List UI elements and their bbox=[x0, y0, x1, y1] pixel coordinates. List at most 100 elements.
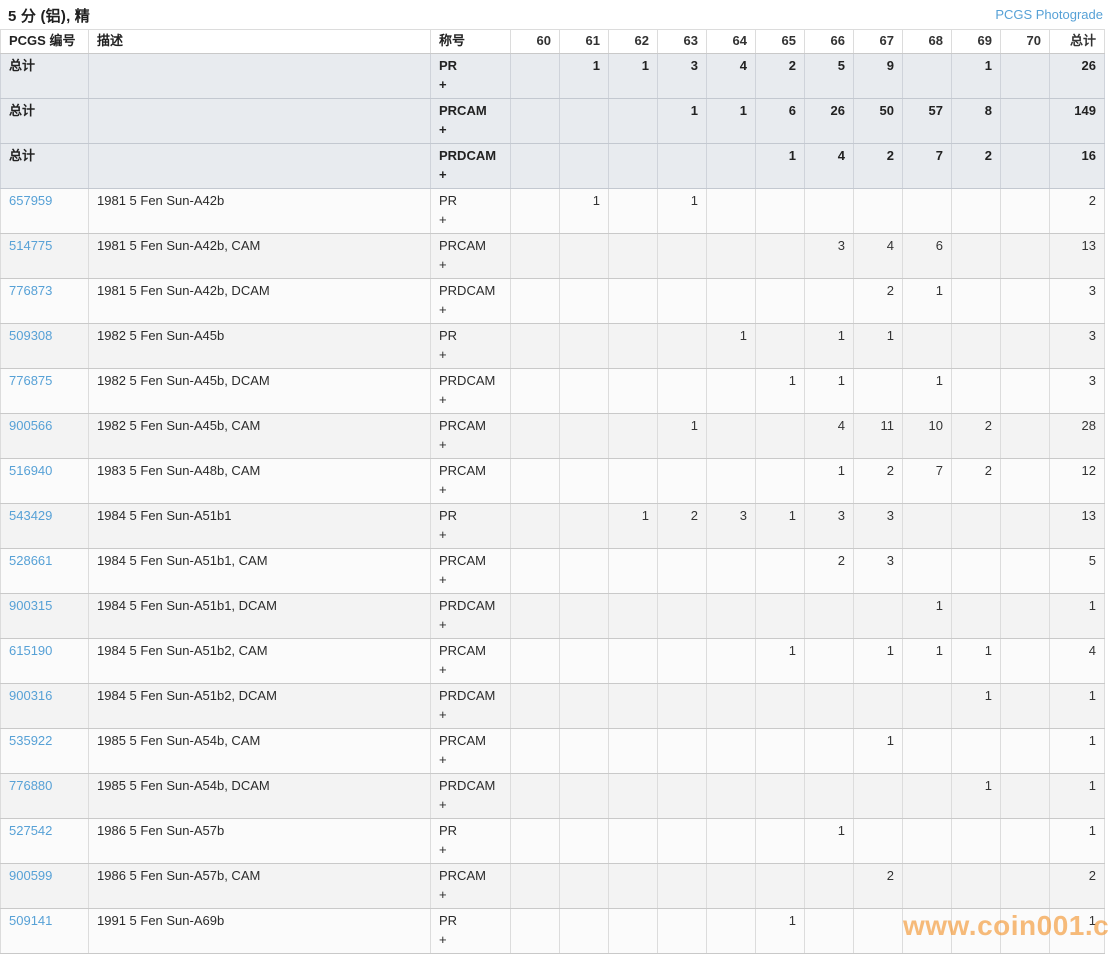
col-grade-67: 67 bbox=[853, 29, 903, 54]
table-row: 543429 1984 5 Fen Sun-A51b1 PR +1 2 3 1 3 3 13 bbox=[0, 502, 1105, 549]
grade-cell bbox=[951, 322, 1001, 369]
pcgs-number-cell: 900566 bbox=[0, 412, 89, 459]
grade-cell: 1 bbox=[559, 187, 609, 234]
grade-cell: 1 bbox=[902, 367, 952, 414]
grade-cell bbox=[755, 817, 805, 864]
grade-cell bbox=[657, 457, 707, 504]
pcgs-number-link[interactable]: 535922 bbox=[9, 733, 52, 748]
pcgs-number-link[interactable]: 528661 bbox=[9, 553, 52, 568]
grade-cell: 3 bbox=[853, 547, 903, 594]
grade-cell bbox=[1000, 367, 1050, 414]
designation-suffix: + bbox=[439, 76, 447, 92]
designation-suffix: + bbox=[439, 751, 447, 767]
grade-cell bbox=[951, 187, 1001, 234]
pcgs-number-link[interactable]: 900599 bbox=[9, 868, 52, 883]
designation-suffix: + bbox=[439, 301, 447, 317]
grade-cell bbox=[1000, 817, 1050, 864]
grade-cell: 1 bbox=[706, 97, 756, 144]
grade-cell: 2 bbox=[951, 412, 1001, 459]
grade-cell bbox=[804, 727, 854, 774]
pcgs-number-link[interactable]: 776875 bbox=[9, 373, 52, 388]
grade-cell bbox=[559, 457, 609, 504]
population-table: PCGS 编号 描述 称号 60 61 62 63 64 65 66 67 68 69 70 总计 总计 PR… bbox=[0, 29, 1105, 954]
grade-cell bbox=[1000, 907, 1050, 954]
description-cell: 1991 5 Fen Sun-A69b bbox=[88, 907, 431, 954]
pcgs-number-link[interactable]: 900315 bbox=[9, 598, 52, 613]
table-row: 900566 1982 5 Fen Sun-A45b, CAM PRCAM +1 4 11… bbox=[0, 412, 1105, 459]
grade-cell: 1 bbox=[804, 322, 854, 369]
grade-cell bbox=[510, 862, 560, 909]
grade-cell bbox=[559, 142, 609, 189]
designation-suffix: + bbox=[439, 931, 447, 947]
grade-cell bbox=[706, 682, 756, 729]
grade-cell bbox=[755, 547, 805, 594]
designation-suffix: + bbox=[439, 796, 447, 812]
grade-cell bbox=[804, 592, 854, 639]
grade-cell: 1 bbox=[804, 367, 854, 414]
col-pcgs-number: PCGS 编号 bbox=[0, 29, 89, 54]
grade-cell bbox=[559, 547, 609, 594]
grade-cell bbox=[1000, 592, 1050, 639]
pcgs-number-link[interactable]: 543429 bbox=[9, 508, 52, 523]
description-cell: 1982 5 Fen Sun-A45b bbox=[88, 322, 431, 369]
designation-cell: PRDCAM + bbox=[430, 592, 511, 639]
grade-cell: 11 bbox=[853, 412, 903, 459]
pcgs-number-link[interactable]: 657959 bbox=[9, 193, 52, 208]
pcgs-number-link[interactable]: 776880 bbox=[9, 778, 52, 793]
pcgs-number-link[interactable]: 516940 bbox=[9, 463, 52, 478]
table-body: 总计 PR +1 1 3 4 2 5 9 1 26 总计 PRCAM +1 1 6 26 50 57 8 149 总计 PR… bbox=[0, 52, 1105, 954]
pcgs-number-link[interactable]: 527542 bbox=[9, 823, 52, 838]
designation-cell: PRCAM + bbox=[430, 862, 511, 909]
grade-cell: 1 bbox=[608, 502, 658, 549]
grade-cell bbox=[608, 412, 658, 459]
grade-cell bbox=[706, 412, 756, 459]
grade-cell bbox=[608, 862, 658, 909]
grade-cell bbox=[853, 592, 903, 639]
pcgs-number-link[interactable]: 900316 bbox=[9, 688, 52, 703]
grade-cell bbox=[706, 457, 756, 504]
designation-text: PRDCAM bbox=[439, 372, 496, 388]
grade-cell: 3 bbox=[804, 232, 854, 279]
grade-cell: 57 bbox=[902, 97, 952, 144]
pcgs-number-link[interactable]: 900566 bbox=[9, 418, 52, 433]
totals-row: 总计 PR +1 1 3 4 2 5 9 1 26 bbox=[0, 52, 1105, 99]
photograde-link[interactable]: PCGS Photograde bbox=[995, 7, 1103, 22]
page-title: 5 分 (铝), 精 bbox=[8, 8, 91, 25]
designation-cell: PRDCAM + bbox=[430, 772, 511, 819]
pcgs-number-link[interactable]: 776873 bbox=[9, 283, 52, 298]
designation-text: PRDCAM bbox=[439, 597, 496, 613]
grade-cell: 3 bbox=[804, 502, 854, 549]
grade-cell bbox=[755, 682, 805, 729]
grade-cell bbox=[951, 277, 1001, 324]
grade-cell bbox=[902, 52, 952, 99]
table-row: 900316 1984 5 Fen Sun-A51b2, DCAM PRDCAM +1… bbox=[0, 682, 1105, 729]
grade-cell bbox=[559, 637, 609, 684]
description-cell: 1981 5 Fen Sun-A42b, CAM bbox=[88, 232, 431, 279]
total-cell: 1 bbox=[1049, 592, 1105, 639]
grade-cell: 4 bbox=[853, 232, 903, 279]
pcgs-number-cell: 776875 bbox=[0, 367, 89, 414]
pcgs-number-link[interactable]: 509308 bbox=[9, 328, 52, 343]
total-cell: 13 bbox=[1049, 232, 1105, 279]
designation-text: PRCAM bbox=[439, 732, 486, 748]
grade-cell bbox=[804, 862, 854, 909]
pcgs-number-cell: 657959 bbox=[0, 187, 89, 234]
grade-cell bbox=[902, 862, 952, 909]
grade-cell bbox=[608, 637, 658, 684]
pcgs-number-cell: 615190 bbox=[0, 637, 89, 684]
grade-cell bbox=[559, 232, 609, 279]
total-cell: 3 bbox=[1049, 277, 1105, 324]
designation-text: PRDCAM bbox=[439, 147, 497, 163]
designation-suffix: + bbox=[439, 616, 447, 632]
grade-cell bbox=[706, 592, 756, 639]
pcgs-number-link[interactable]: 615190 bbox=[9, 643, 52, 658]
designation-cell: PRCAM + bbox=[430, 97, 511, 144]
grade-cell: 1 bbox=[657, 187, 707, 234]
pcgs-number-link[interactable]: 514775 bbox=[9, 238, 52, 253]
grade-cell bbox=[804, 682, 854, 729]
grade-cell: 1 bbox=[853, 727, 903, 774]
table-header: PCGS 编号 描述 称号 60 61 62 63 64 65 66 67 68 69 70 总计 bbox=[0, 29, 1105, 54]
grade-cell bbox=[510, 232, 560, 279]
pcgs-number-link[interactable]: 509141 bbox=[9, 913, 52, 928]
grade-cell bbox=[755, 232, 805, 279]
